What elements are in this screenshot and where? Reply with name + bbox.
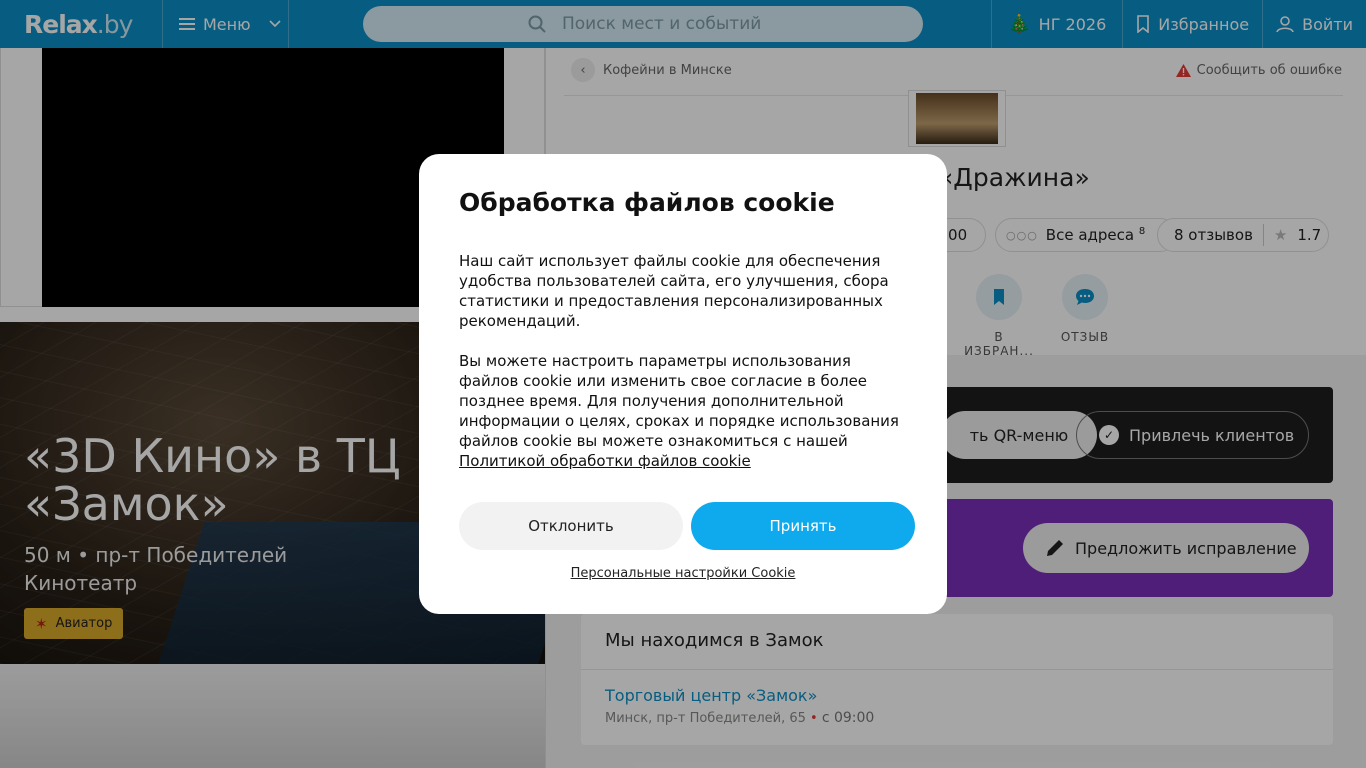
cookie-settings-link[interactable]: Персональные настройки Cookie: [419, 566, 947, 581]
accept-button[interactable]: Принять: [691, 502, 915, 550]
cookie-paragraph-2-text: Вы можете настроить параметры использова…: [459, 352, 899, 450]
cookie-buttons: Отклонить Принять: [459, 502, 915, 550]
cookie-paragraph-2: Вы можете настроить параметры использова…: [459, 351, 907, 471]
cookie-modal-title: Обработка файлов cookie: [459, 188, 835, 217]
cookie-modal: Обработка файлов cookie Наш сайт использ…: [419, 154, 947, 614]
decline-button[interactable]: Отклонить: [459, 502, 683, 550]
cookie-paragraph-1: Наш сайт использует файлы cookie для обе…: [459, 252, 889, 330]
cookie-policy-link[interactable]: Политикой обработки файлов cookie: [459, 452, 751, 470]
cookie-modal-body: Наш сайт использует файлы cookie для обе…: [459, 251, 907, 471]
